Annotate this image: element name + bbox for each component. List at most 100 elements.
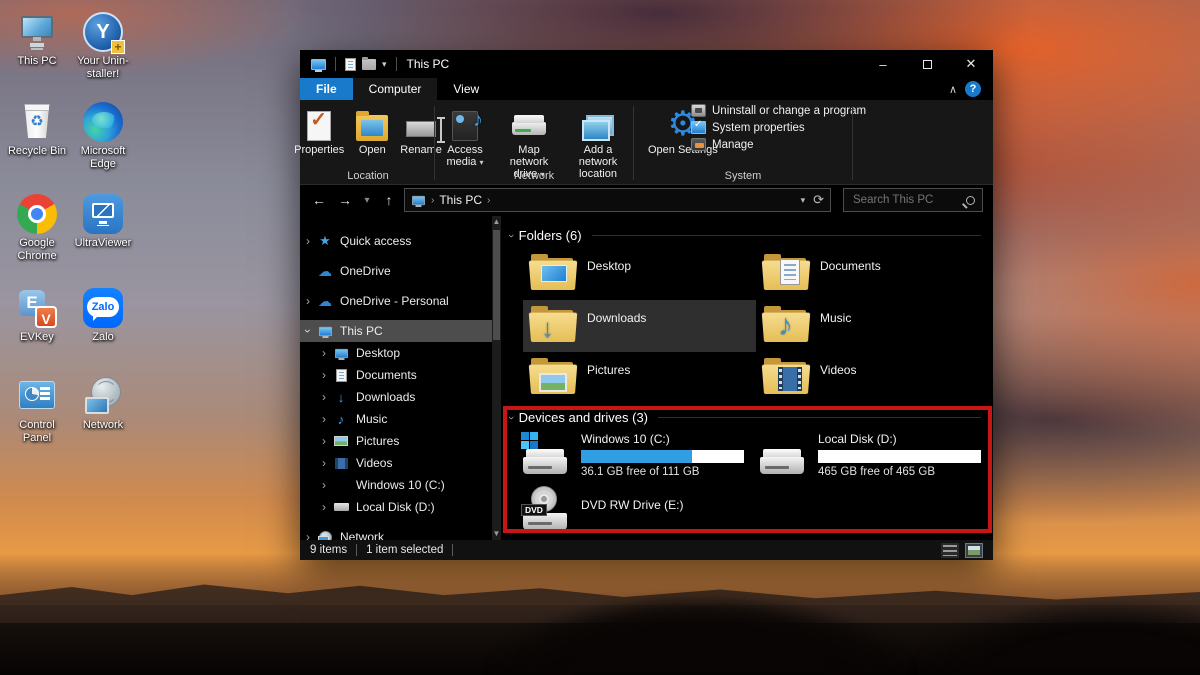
chevron-expanded-icon[interactable]: › — [301, 323, 315, 339]
folders-section-header[interactable]: › Folders (6) — [509, 228, 981, 243]
qat-properties-icon[interactable] — [345, 58, 356, 71]
add-network-location-icon — [582, 107, 614, 141]
navigation-pane: › ★ Quick access › ☁ OneDrive › ☁ OneDri… — [300, 216, 492, 540]
tab-view[interactable]: View — [437, 78, 495, 100]
up-button[interactable]: ↑ — [378, 192, 400, 208]
chevron-right-icon[interactable]: › — [300, 294, 316, 308]
folder-tile-pictures[interactable]: Pictures — [523, 352, 756, 404]
chevron-right-icon[interactable]: › — [316, 412, 332, 426]
folder-tile-desktop[interactable]: Desktop — [523, 248, 756, 300]
minimize-button[interactable]: – — [861, 50, 905, 78]
chevron-right-icon[interactable]: › — [316, 478, 332, 492]
title-bar[interactable]: ▾ This PC – ✕ — [300, 50, 993, 78]
properties-icon — [307, 107, 331, 141]
wallpaper-bush-silhouette — [880, 555, 1200, 675]
ribbon-group-system: ⚙ Open Settings Uninstall or change a pr… — [635, 100, 851, 184]
folder-name: Pictures — [587, 357, 630, 377]
recent-locations-dropdown-icon[interactable]: ▾ — [360, 195, 374, 206]
sidebar-item-windows-10-c[interactable]: › Windows 10 (C:) — [300, 474, 492, 496]
system-properties-button[interactable]: System properties — [691, 121, 866, 134]
selected-count: 1 item selected — [366, 544, 443, 556]
sidebar-item-desktop[interactable]: › Desktop — [300, 342, 492, 364]
open-button[interactable]: Open — [351, 105, 393, 158]
tab-file[interactable]: File — [300, 78, 353, 100]
chevron-right-icon[interactable]: › — [300, 234, 316, 248]
forward-button[interactable]: → — [334, 192, 356, 208]
video-icon — [332, 458, 350, 469]
ribbon-separator — [852, 106, 853, 180]
section-title: Folders (6) — [519, 228, 582, 243]
folder-icon — [764, 253, 808, 291]
desktop-icon-label: Control Panel — [4, 419, 70, 445]
collapse-chevron-icon[interactable]: › — [505, 234, 517, 238]
sidebar-item-this-pc[interactable]: › This PC — [300, 320, 492, 342]
sidebar-scrollbar[interactable]: ▲ ▼ — [492, 216, 501, 540]
desktop-icon-evkey[interactable]: EV EVKey — [4, 288, 70, 344]
desktop-icon-your-uninstaller[interactable]: Y+ Your Unin-staller! — [70, 12, 136, 81]
help-icon[interactable]: ? — [965, 81, 981, 97]
cloud-icon: ☁ — [316, 293, 334, 310]
folder-tile-music[interactable]: ♪ Music — [756, 300, 989, 352]
sidebar-item-network[interactable]: › Network — [300, 526, 492, 540]
large-icons-view-button[interactable] — [965, 543, 983, 558]
desktop-icon-network[interactable]: Network — [70, 376, 136, 432]
address-bar[interactable]: › This PC › ▾ ⟳ — [404, 188, 831, 212]
sidebar-item-onedrive[interactable]: › ☁ OneDrive — [300, 260, 492, 282]
ribbon-group-label: System — [635, 170, 851, 182]
desktop-icon-google-chrome[interactable]: Google Chrome — [4, 194, 70, 263]
chevron-right-icon[interactable]: › — [316, 434, 332, 448]
manage-button[interactable]: Manage — [691, 138, 866, 151]
close-button[interactable]: ✕ — [949, 50, 993, 78]
breadcrumb[interactable]: This PC — [439, 193, 482, 207]
address-dropdown-icon[interactable]: ▾ — [801, 195, 806, 206]
chevron-right-icon[interactable]: › — [316, 456, 332, 470]
tab-computer[interactable]: Computer — [353, 78, 438, 100]
back-button[interactable]: ← — [308, 192, 330, 208]
desktop-icon-recycle-bin[interactable]: ♻ Recycle Bin — [4, 102, 70, 158]
properties-button[interactable]: Properties — [289, 105, 349, 158]
sidebar-item-label: Videos — [356, 456, 392, 470]
chevron-right-icon[interactable]: › — [316, 390, 332, 404]
search-box[interactable] — [843, 188, 983, 212]
scrollbar-thumb[interactable] — [493, 230, 500, 340]
desktop-icon-this-pc[interactable]: This PC — [4, 12, 70, 68]
chevron-right-icon[interactable]: › — [316, 500, 332, 514]
ribbon-group-location: Properties Open Rename Location — [302, 100, 434, 184]
folder-tile-documents[interactable]: Documents — [756, 248, 989, 300]
desktop-icon-ultraviewer[interactable]: UltraViewer — [70, 194, 136, 250]
details-view-button[interactable] — [941, 543, 959, 558]
sidebar-item-videos[interactable]: › Videos — [300, 452, 492, 474]
sidebar-item-onedrive-personal[interactable]: › ☁ OneDrive - Personal — [300, 290, 492, 312]
uninstall-program-button[interactable]: Uninstall or change a program — [691, 104, 866, 117]
sidebar-item-pictures[interactable]: › Pictures — [300, 430, 492, 452]
ribbon: Properties Open Rename Location Access m… — [300, 100, 993, 185]
breadcrumb-chevron-icon[interactable]: › — [487, 195, 490, 206]
folder-tile-videos[interactable]: Videos — [756, 352, 989, 404]
scroll-down-icon[interactable]: ▼ — [492, 528, 501, 540]
desktop-icon-control-panel[interactable]: Control Panel — [4, 376, 70, 445]
refresh-icon[interactable]: ⟳ — [813, 192, 824, 208]
chevron-right-icon[interactable]: › — [300, 530, 316, 540]
chevron-right-icon[interactable]: › — [316, 368, 332, 382]
sidebar-item-local-disk-d[interactable]: › Local Disk (D:) — [300, 496, 492, 518]
sidebar-item-downloads[interactable]: › ↓ Downloads — [300, 386, 492, 408]
minimize-ribbon-icon[interactable]: ∧ — [949, 78, 957, 100]
sidebar-item-quick-access[interactable]: › ★ Quick access — [300, 230, 492, 252]
folder-name: Downloads — [587, 305, 646, 325]
sidebar-item-documents[interactable]: › Documents — [300, 364, 492, 386]
qat-customize-dropdown-icon[interactable]: ▾ — [382, 59, 387, 70]
search-input[interactable] — [851, 193, 966, 207]
desktop-icon-zalo[interactable]: Zalo Zalo — [70, 288, 136, 344]
qat-new-folder-icon[interactable] — [362, 59, 376, 70]
sidebar-item-music[interactable]: › ♪ Music — [300, 408, 492, 430]
maximize-button[interactable] — [905, 50, 949, 78]
chevron-right-icon[interactable]: › — [316, 346, 332, 360]
scroll-up-icon[interactable]: ▲ — [492, 216, 501, 228]
desktop-icon — [332, 348, 350, 359]
search-icon[interactable] — [966, 196, 975, 205]
sidebar-item-label: Local Disk (D:) — [356, 500, 435, 514]
desktop-icon-microsoft-edge[interactable]: Microsoft Edge — [70, 102, 136, 171]
sidebar-item-label: Quick access — [340, 234, 411, 248]
folder-tile-downloads[interactable]: ↓ Downloads — [523, 300, 756, 352]
sidebar-item-label: Music — [356, 412, 387, 426]
